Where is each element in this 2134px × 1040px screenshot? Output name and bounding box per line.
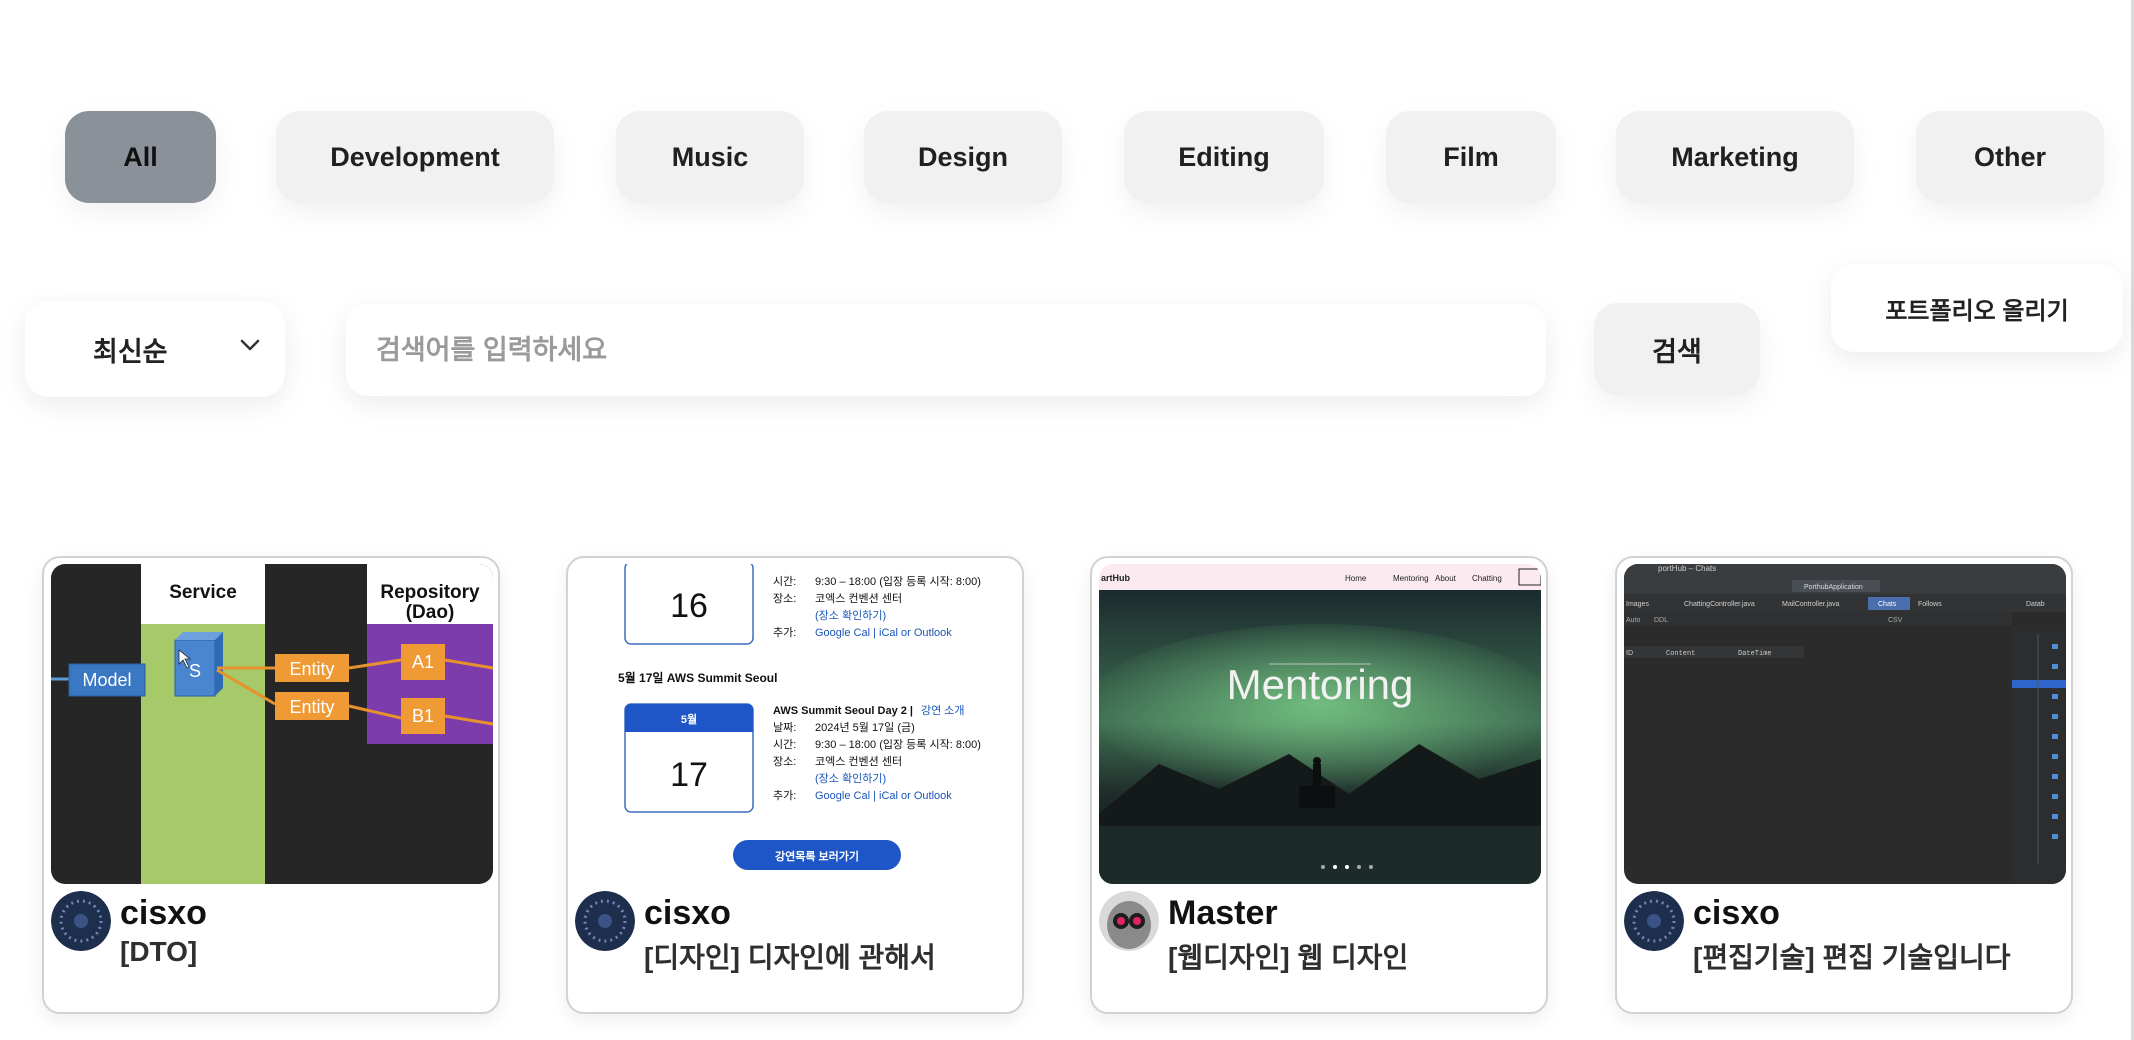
card-title: [편집기술] 편집 기술입니다 (1693, 942, 2011, 973)
portfolio-thumbnail: Service Repository (Dao) Model S Entity … (51, 564, 493, 884)
event-link: 강연 소개 (921, 704, 965, 717)
db-column: ID (1626, 650, 1633, 657)
ide-window-title: portHub – Chats (1658, 564, 1716, 573)
event-row-key: 시간: (773, 738, 796, 751)
db-column: DateTime (1738, 650, 1772, 658)
chevron-down-icon (240, 339, 260, 351)
category-music[interactable]: Music (616, 111, 804, 203)
diagram-repository-label: Repository (380, 582, 480, 603)
event-row-value: 코엑스 컨벤션 센터 (815, 592, 902, 605)
event-list-button: 강연목록 보러가기 (775, 849, 859, 863)
category-editing[interactable]: Editing (1124, 111, 1324, 203)
diagram-dao-label: (Dao) (406, 602, 455, 623)
ide-tab-active: Chats (1878, 601, 1897, 608)
event-row-link: Google Cal | iCal or Outlook (815, 627, 952, 639)
category-design[interactable]: Design (864, 111, 1062, 203)
ide-tab: MailController.java (1782, 601, 1840, 608)
card-title: [DTO] (120, 936, 198, 967)
event-row-key: 날짜: (773, 721, 796, 734)
avatar[interactable] (575, 891, 635, 951)
event-row-key: 장소: (773, 592, 796, 605)
event-row-key: 추가: (773, 626, 796, 639)
diagram-entity-bottom-label: Entity (289, 697, 334, 717)
category-film[interactable]: Film (1386, 111, 1556, 203)
card-author: Master (1168, 894, 1278, 932)
card-title: [웹디자인] 웹 디자인 (1168, 942, 1409, 973)
portfolio-thumbnail: portHub – Chats PorthubApplication Image… (1624, 564, 2066, 884)
diagram-b1-label: B1 (412, 706, 434, 726)
portfolio-thumbnail: artHub Home Mentoring About Chatting Men… (1099, 564, 1541, 884)
event-row-key: 추가: (773, 789, 796, 802)
portfolio-card[interactable]: artHub Home Mentoring About Chatting Men… (1090, 556, 1548, 1014)
event-title: AWS Summit Seoul Day 2 | (773, 705, 913, 717)
event-row-value: 9:30 – 18:00 (입장 등록 시작: 8:00) (815, 575, 981, 588)
diagram-a1-label: A1 (412, 652, 434, 672)
search-button[interactable]: 검색 (1594, 303, 1760, 395)
portfolio-card[interactable]: 16 시간: 9:30 – 18:00 (입장 등록 시작: 8:00) 장소:… (566, 556, 1024, 1014)
ide-toolbar-item: Auto (1626, 617, 1641, 624)
ide-toolbar-item: CSV (1888, 617, 1903, 624)
sort-dropdown[interactable]: 최신순 (25, 301, 285, 397)
card-author: cisxo (1693, 894, 1780, 932)
avatar[interactable] (1624, 891, 1684, 951)
ide-tab: Follows (1918, 601, 1942, 608)
diagram-service-box-label: S (189, 661, 201, 681)
avatar[interactable] (1099, 891, 1159, 951)
diagram-model-label: Model (82, 670, 131, 690)
event-row-value: 코엑스 컨벤션 센터 (815, 755, 902, 768)
site-brand: artHub (1101, 573, 1131, 583)
portfolio-thumbnail: 16 시간: 9:30 – 18:00 (입장 등록 시작: 8:00) 장소:… (575, 564, 1017, 884)
sort-label: 최신순 (93, 336, 168, 367)
portfolio-card[interactable]: Service Repository (Dao) Model S Entity … (42, 556, 500, 1014)
site-nav-item: About (1435, 574, 1457, 583)
event-heading: 5월 17일 AWS Summit Seoul (618, 670, 777, 685)
site-nav-item: Mentoring (1393, 574, 1429, 583)
category-other[interactable]: Other (1916, 111, 2104, 203)
ide-tab: Images (1626, 601, 1649, 608)
event-date-top: 16 (670, 587, 708, 625)
search-input[interactable] (346, 304, 1546, 396)
avatar[interactable] (51, 891, 111, 951)
ide-tab: ChattingController.java (1684, 601, 1755, 608)
category-all[interactable]: All (65, 111, 216, 203)
event-row-value: 9:30 – 18:00 (입장 등록 시작: 8:00) (815, 738, 981, 751)
diagram-service-label: Service (169, 582, 237, 603)
event-row-link: Google Cal | iCal or Outlook (815, 790, 952, 802)
card-author: cisxo (120, 894, 207, 932)
event-month: 5월 (681, 712, 697, 726)
event-row-key: 장소: (773, 755, 796, 768)
portfolio-card[interactable]: portHub – Chats PorthubApplication Image… (1615, 556, 2073, 1014)
hero-text: Mentoring (1227, 661, 1414, 708)
event-row-link: (장소 확인하기) (815, 771, 886, 785)
event-date: 17 (670, 756, 708, 794)
upload-portfolio-button[interactable]: 포트폴리오 올리기 (1831, 264, 2123, 352)
category-marketing[interactable]: Marketing (1616, 111, 1854, 203)
event-row-link: (장소 확인하기) (815, 608, 886, 622)
site-nav-item: Chatting (1472, 574, 1502, 583)
ide-toolbar-item: DDL (1654, 617, 1668, 624)
event-row-value: 2024년 5월 17일 (금) (815, 720, 915, 734)
event-row-key: 시간: (773, 575, 796, 588)
diagram-entity-top-label: Entity (289, 659, 334, 679)
card-title: [디자인] 디자인에 관해서 (644, 942, 936, 973)
ide-side-label: Datab (2026, 601, 2045, 608)
category-filter-bar: All Development Music Design Editing Fil… (0, 111, 2134, 203)
site-nav-item: Home (1345, 574, 1367, 583)
category-development[interactable]: Development (276, 111, 554, 203)
ide-run-config: PorthubApplication (1804, 584, 1863, 591)
card-author: cisxo (644, 894, 731, 932)
db-column: Content (1666, 650, 1695, 658)
